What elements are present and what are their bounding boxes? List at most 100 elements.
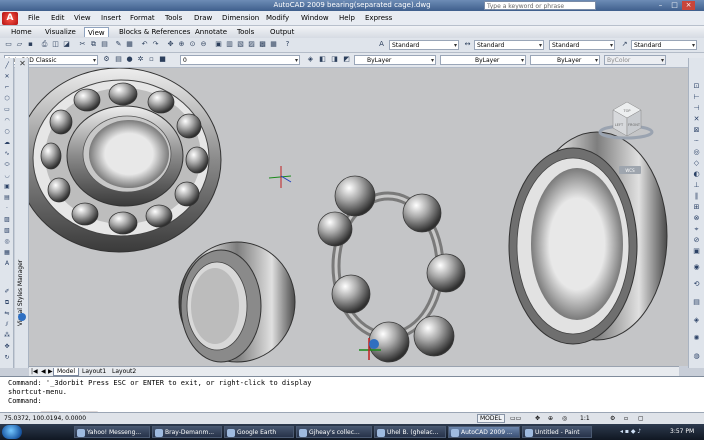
snap-tangent-icon[interactable]: ◐ [692,170,701,179]
outer-race-part[interactable] [508,131,668,345]
object-snap-icon[interactable]: ⊡ [692,82,701,91]
zoom-previous-icon[interactable]: ⊖ [199,40,208,49]
first-layout-icon[interactable]: |◀ [31,368,38,375]
menu-window[interactable]: Window [301,14,329,22]
tab-layout2[interactable]: Layout2 [109,368,139,376]
tab-blocks-references[interactable]: Blocks & References [116,27,193,37]
polygon-icon[interactable]: ⬡ [3,95,11,103]
array-icon[interactable]: ⁂ [3,332,11,340]
multiline-text-icon[interactable]: A [3,260,11,268]
clean-screen-icon[interactable]: ▢ [638,415,644,422]
multileader-style-select[interactable]: Standard [631,40,697,50]
layer-previous-icon[interactable]: ◧ [318,55,327,64]
spline-icon[interactable]: ∿ [3,150,11,158]
assembled-bearing[interactable] [29,68,222,253]
new-icon[interactable]: ▭ [4,40,13,49]
text-style-select[interactable]: Standard [389,40,459,50]
tab-annotate[interactable]: Annotate [192,27,230,37]
undo-icon[interactable]: ↶ [140,40,149,49]
next-layout-icon[interactable]: ▶ [48,368,53,375]
cut-icon[interactable]: ✂ [78,40,87,49]
taskbar-item-uhel[interactable]: Uhel B. (ghelac... [374,426,446,438]
orbit-icon[interactable]: ⟲ [692,280,701,289]
model-space-toggle[interactable]: MODEL [477,414,505,423]
close-button[interactable]: × [682,1,695,10]
help-icon[interactable]: ? [283,40,292,49]
ellipse-icon[interactable]: ⬭ [3,161,11,169]
minimize-button[interactable]: – [654,1,667,10]
taskbar-item-autocad[interactable]: AutoCAD 2009 ... [448,426,520,438]
tab-layout1[interactable]: Layout1 [79,368,109,376]
lineweight-select[interactable]: ByLayer [530,55,600,65]
snap-center-icon[interactable]: ◎ [692,148,701,157]
tab-visualize[interactable]: Visualize [42,27,79,37]
publish-icon[interactable]: ◪ [62,40,71,49]
application-menu-button[interactable]: A [2,12,18,25]
quickcalc-icon[interactable]: ▦ [269,40,278,49]
move-icon[interactable]: ✥ [3,343,11,351]
light-icon[interactable]: ✺ [692,334,701,343]
render-icon[interactable]: ◉ [692,263,701,272]
revision-cloud-icon[interactable]: ☁ [3,139,11,147]
viewcube-front-label[interactable]: FRONT [628,123,641,127]
system-clock[interactable]: 3:57 PM [670,428,694,435]
previous-layout-icon[interactable]: ◀ [41,368,46,375]
menu-insert[interactable]: Insert [101,14,121,22]
snap-apparent-icon[interactable]: ⊠ [692,126,701,135]
gradient-icon[interactable]: ▧ [3,227,11,235]
snap-none-icon[interactable]: ⊘ [692,236,701,245]
sheet-set-icon[interactable]: ▨ [247,40,256,49]
tab-model[interactable]: Model [53,368,80,376]
rectangle-icon[interactable]: ▭ [3,106,11,114]
match-properties-icon[interactable]: ✎ [114,40,123,49]
tab-output[interactable]: Output [267,27,297,37]
color-select[interactable]: ByLayer [354,55,436,65]
design-center-icon[interactable]: ▥ [225,40,234,49]
line-icon[interactable]: ╱ [3,62,11,70]
tab-view[interactable]: View [84,27,109,37]
annotation-scale[interactable]: 1:1 [580,415,590,422]
snap-midpoint-icon[interactable]: ⊣ [692,104,701,113]
snap-intersection-icon[interactable]: ✕ [692,115,701,124]
preview-icon[interactable]: ◫ [51,40,60,49]
offset-icon[interactable]: ⫽ [3,321,11,329]
arc-icon[interactable]: ◠ [3,117,11,125]
viewcube-top-label[interactable]: TOP [622,109,630,113]
make-block-icon[interactable]: ▤ [3,194,11,202]
plot-icon[interactable]: ⎙ [40,40,49,49]
properties-icon[interactable]: ▣ [214,40,223,49]
workspace-switch-icon[interactable]: ⚙ [610,415,615,422]
view-icon[interactable]: ▤ [692,298,701,307]
layer-properties-icon[interactable]: ▤ [114,55,123,64]
snap-quadrant-icon[interactable]: ◇ [692,159,701,168]
markup-icon[interactable]: ▩ [258,40,267,49]
menu-modify[interactable]: Modify [266,14,289,22]
command-prompt[interactable]: Command: [8,397,696,406]
viewcube-left-label[interactable]: LEFT [615,123,624,127]
quick-view-layouts-icon[interactable]: ▭▭ [510,415,521,422]
taskbar-item-paint[interactable]: Untitled - Paint [522,426,592,438]
menu-view[interactable]: View [74,14,91,22]
menu-help[interactable]: Help [339,14,355,22]
snap-insert-icon[interactable]: ⊞ [692,203,701,212]
inner-race-part[interactable] [178,241,296,363]
copy-icon[interactable]: ⧉ [89,40,98,49]
match-layer-icon[interactable]: ◩ [342,55,351,64]
tab-tools[interactable]: Tools [234,27,257,37]
hatch-icon[interactable]: ▨ [3,216,11,224]
insert-block-icon[interactable]: ▣ [3,183,11,191]
menu-edit[interactable]: Edit [51,14,65,22]
tool-palettes-icon[interactable]: ▧ [236,40,245,49]
start-button[interactable] [2,425,22,439]
workspace-settings-icon[interactable]: ⚙ [102,55,111,64]
ellipse-arc-icon[interactable]: ◡ [3,172,11,180]
point-icon[interactable]: · [3,205,11,213]
palette-autohide-icon[interactable] [18,313,26,321]
taskbar-item-google-earth[interactable]: Google Earth [224,426,294,438]
paste-icon[interactable]: ▤ [100,40,109,49]
command-window[interactable]: Command: '_3dorbit Press ESC or ENTER to… [0,376,704,414]
maximize-button[interactable]: □ [668,1,681,10]
rotate-icon[interactable]: ↻ [3,354,11,362]
model-space-canvas[interactable]: TOP LEFT FRONT WCS [29,68,688,366]
dim-style-select[interactable]: Standard [474,40,544,50]
